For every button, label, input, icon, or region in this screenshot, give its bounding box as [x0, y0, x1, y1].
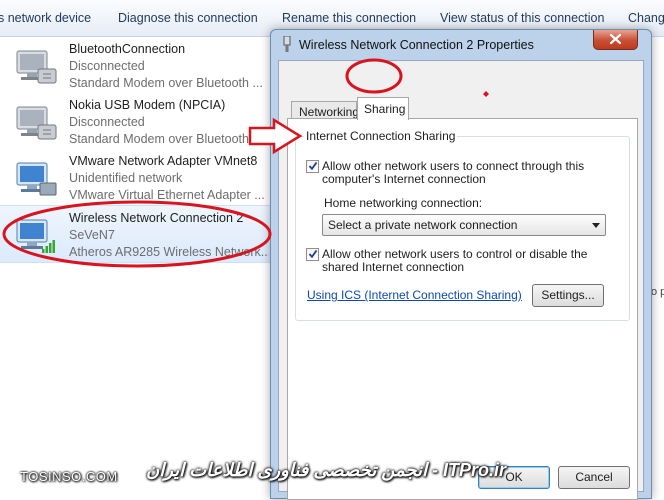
settings-button[interactable]: Settings...: [532, 284, 604, 307]
adapter-status: Unidentified network: [69, 171, 183, 185]
adapter-status: Disconnected: [69, 59, 145, 73]
ok-button-label: OK: [505, 470, 523, 484]
cmd-view-status[interactable]: View status of this connection: [440, 11, 604, 25]
home-networking-label: Home networking connection:: [324, 196, 483, 210]
adapter-name: BluetoothConnection: [69, 42, 186, 56]
watermark-right: ITPro.ir - انجمن تخصصی فناوری اطلاعات ای…: [146, 460, 506, 480]
tab-networking-label: Networking: [299, 105, 360, 119]
dialog-client: Networking Sharing Internet Connection S…: [278, 60, 644, 500]
adapter-name: VMware Network Adapter VMnet8: [69, 154, 258, 168]
adapter-status: Disconnected: [69, 115, 145, 129]
sharing-panel: Internet Connection Sharing Allow other …: [287, 118, 638, 500]
network-adapter-icon: [283, 36, 291, 52]
home-networking-select-value: Select a private network connection: [328, 218, 518, 232]
ics-groupbox: Internet Connection Sharing Allow other …: [295, 129, 630, 321]
wireless-computer-icon: [16, 219, 55, 253]
close-icon: [609, 33, 622, 45]
tab-sharing[interactable]: Sharing: [357, 97, 409, 120]
ics-help-link[interactable]: Using ICS (Internet Connection Sharing): [307, 288, 522, 302]
adapter-device: Standard Modem over Bluetooth ...: [69, 132, 263, 146]
checkmark-icon: [308, 161, 318, 171]
allow-control-checkbox[interactable]: [306, 248, 319, 261]
cmd-diagnose-connection[interactable]: Diagnose this connection: [118, 11, 258, 25]
cmd-change-settings[interactable]: Chang: [628, 11, 664, 25]
network-computer-icon: [16, 50, 57, 84]
network-computer-icon: [16, 162, 57, 196]
watermark-left: TOSINSO.COM: [20, 469, 118, 484]
home-networking-select[interactable]: Select a private network connection: [322, 214, 606, 236]
cmd-disable-network-device[interactable]: s network device: [0, 11, 91, 25]
close-button[interactable]: [593, 30, 638, 50]
adapter-device: Standard Modem over Bluetooth ...: [69, 76, 263, 90]
properties-dialog: Wireless Network Connection 2 Properties…: [270, 29, 652, 500]
network-computer-icon: [16, 106, 57, 140]
checkmark-icon: [308, 249, 318, 259]
allow-connect-label-2: computer's Internet connection: [322, 172, 486, 186]
chevron-down-icon: [592, 223, 600, 228]
allow-connect-checkbox[interactable]: [306, 160, 319, 173]
dialog-titlebar[interactable]: Wireless Network Connection 2 Properties: [271, 30, 651, 58]
adapter-name: Wireless Network Connection 2: [69, 211, 244, 225]
cancel-button-label: Cancel: [575, 470, 613, 484]
adapter-device: Atheros AR9285 Wireless Network...: [69, 245, 269, 259]
adapter-list: BluetoothConnection Disconnected Standar…: [0, 37, 290, 467]
dialog-title: Wireless Network Connection 2 Properties: [299, 38, 534, 52]
adapter-status: SeVeN7: [69, 228, 115, 242]
allow-control-label-2: shared Internet connection: [322, 260, 465, 274]
adapter-name: Nokia USB Modem (NPCIA): [69, 98, 226, 112]
tab-sharing-label: Sharing: [364, 102, 406, 116]
adapter-item-nokia[interactable]: Nokia USB Modem (NPCIA) Disconnected Sta…: [0, 93, 290, 149]
ics-group-title: Internet Connection Sharing: [304, 129, 458, 143]
adapter-item-wireless[interactable]: Wireless Network Connection 2 SeVeN7 Ath…: [0, 205, 290, 263]
cmd-rename-connection[interactable]: Rename this connection: [282, 11, 416, 25]
adapter-device: VMware Virtual Ethernet Adapter ...: [69, 188, 265, 202]
adapter-item-vmware[interactable]: VMware Network Adapter VMnet8 Unidentifi…: [0, 149, 290, 205]
adapter-item-bluetooth[interactable]: BluetoothConnection Disconnected Standar…: [0, 37, 290, 93]
cancel-button[interactable]: Cancel: [558, 466, 630, 489]
